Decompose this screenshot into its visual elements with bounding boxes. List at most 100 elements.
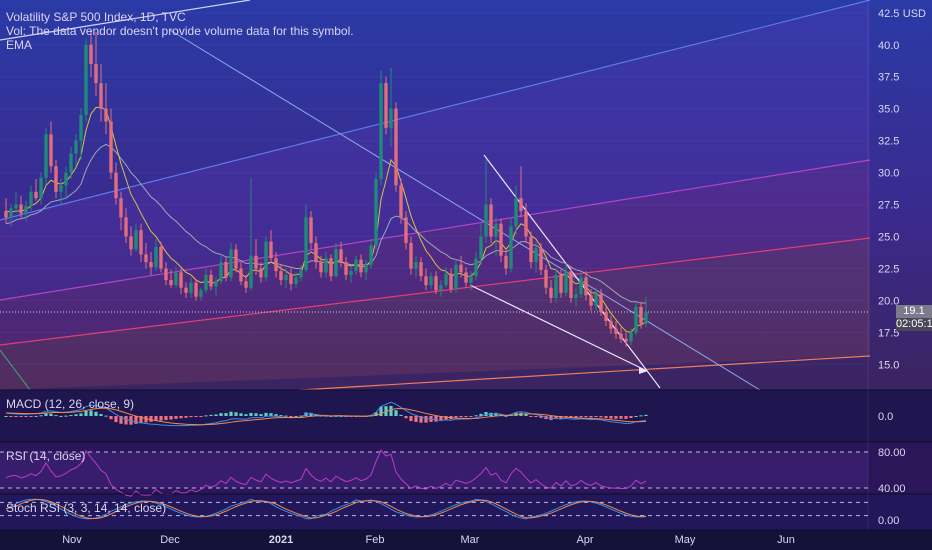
candle-body — [344, 262, 348, 275]
stoch-legend[interactable]: Stoch RSI (3, 3, 14, 14, close) — [6, 501, 166, 515]
macd-tick-label: 0.0 — [878, 411, 893, 423]
macd-histogram-bar — [579, 416, 583, 417]
macd-histogram-bar — [399, 414, 403, 416]
candle-body — [549, 287, 553, 298]
macd-histogram-bar — [64, 415, 68, 417]
candle-body — [529, 236, 533, 263]
candle-body — [499, 223, 503, 256]
time-tick-label: Jun — [777, 534, 795, 546]
candle-body — [289, 274, 293, 284]
macd-histogram-bar — [249, 412, 253, 416]
rsi-tick-label: 80.00 — [878, 447, 906, 459]
candle-body — [314, 242, 318, 263]
candle-body — [24, 205, 28, 214]
macd-histogram-bar — [164, 416, 168, 421]
candle-body — [9, 208, 13, 218]
candle-body — [484, 204, 488, 237]
candle-body — [404, 217, 408, 243]
macd-histogram-bar — [464, 416, 468, 417]
price-tick-label: 30.0 — [878, 168, 899, 180]
candle-body — [114, 172, 118, 199]
macd-histogram-bar — [159, 416, 163, 421]
candle-body — [139, 230, 143, 255]
volume-note: Vol: The data vendor doesn't provide vol… — [6, 24, 354, 38]
macd-legend[interactable]: MACD (12, 26, close, 9) — [6, 397, 134, 411]
macd-histogram-bar — [209, 414, 213, 416]
candle-body — [629, 332, 633, 342]
macd-histogram-bar — [169, 416, 173, 420]
candle-body — [264, 241, 268, 278]
candle-body — [54, 166, 58, 192]
candle-body — [239, 268, 243, 282]
candle-body — [514, 198, 518, 227]
candle-body — [179, 272, 183, 288]
macd-histogram-bar — [219, 413, 223, 416]
macd-histogram-bar — [394, 410, 398, 416]
macd-histogram-bar — [289, 416, 293, 417]
candle-body — [79, 115, 83, 141]
time-tick-label: Apr — [576, 534, 593, 546]
candle-body — [219, 262, 223, 282]
macd-histogram-bar — [254, 413, 258, 416]
candle-body — [64, 172, 68, 186]
macd-histogram-bar — [244, 414, 248, 416]
macd-histogram-bar — [49, 413, 53, 416]
currency-label[interactable]: USD — [903, 8, 926, 20]
candle-body — [534, 248, 538, 263]
candle-body — [49, 134, 53, 167]
macd-histogram-bar — [109, 416, 113, 420]
macd-histogram-bar — [94, 411, 98, 416]
candle-body — [459, 264, 463, 273]
macd-histogram-bar — [84, 411, 88, 416]
candle-body — [374, 179, 378, 246]
time-tick-label: May — [675, 534, 696, 546]
macd-histogram-bar — [454, 416, 458, 418]
time-tick-label: Feb — [366, 534, 385, 546]
candle-body — [639, 306, 643, 324]
candle-body — [124, 217, 128, 237]
candle-body — [369, 245, 373, 265]
macd-histogram-bar — [644, 414, 648, 416]
candle-body — [444, 273, 448, 286]
ema-label[interactable]: EMA — [6, 38, 354, 52]
chart-canvas[interactable]: 42.540.037.535.032.530.027.525.022.520.0… — [0, 0, 932, 550]
macd-histogram-bar — [179, 416, 183, 419]
candle-body — [274, 258, 278, 272]
time-tick-label: Mar — [461, 534, 480, 546]
macd-histogram-bar — [29, 416, 33, 417]
rsi-legend[interactable]: RSI (14, close) — [6, 449, 85, 463]
candle-body — [554, 274, 558, 298]
candle-body — [304, 217, 308, 270]
candle-body — [394, 108, 398, 186]
macd-histogram-bar — [279, 415, 283, 417]
price-tick-label: 35.0 — [878, 104, 899, 116]
macd-histogram-bar — [134, 416, 138, 424]
candle-body — [329, 258, 333, 277]
rsi-band — [0, 452, 868, 488]
candle-body — [159, 246, 163, 269]
candle-body — [164, 268, 168, 281]
candle-body — [379, 83, 383, 180]
candle-body — [494, 223, 498, 237]
candle-body — [109, 121, 113, 173]
symbol-title[interactable]: Volatility S&P 500 Index, 1D, TVC — [6, 10, 354, 24]
macd-histogram-bar — [44, 413, 48, 416]
candle-body — [469, 276, 473, 283]
price-tick-label: 32.5 — [878, 136, 899, 148]
price-tick-label: 25.0 — [878, 232, 899, 244]
candle-body — [279, 271, 283, 281]
candle-body — [284, 274, 288, 281]
macd-histogram-bar — [534, 416, 538, 417]
candle-body — [249, 255, 253, 288]
candle-body — [604, 312, 608, 321]
macd-histogram-bar — [19, 416, 23, 417]
candle-body — [584, 277, 588, 296]
macd-histogram-bar — [54, 415, 58, 417]
candle-body — [599, 294, 603, 312]
price-tick-label: 27.5 — [878, 200, 899, 212]
candle-body — [389, 108, 393, 128]
candle-body — [194, 282, 198, 297]
candle-body — [614, 328, 618, 334]
candle-body — [74, 140, 78, 154]
macd-histogram-bar — [624, 416, 628, 419]
